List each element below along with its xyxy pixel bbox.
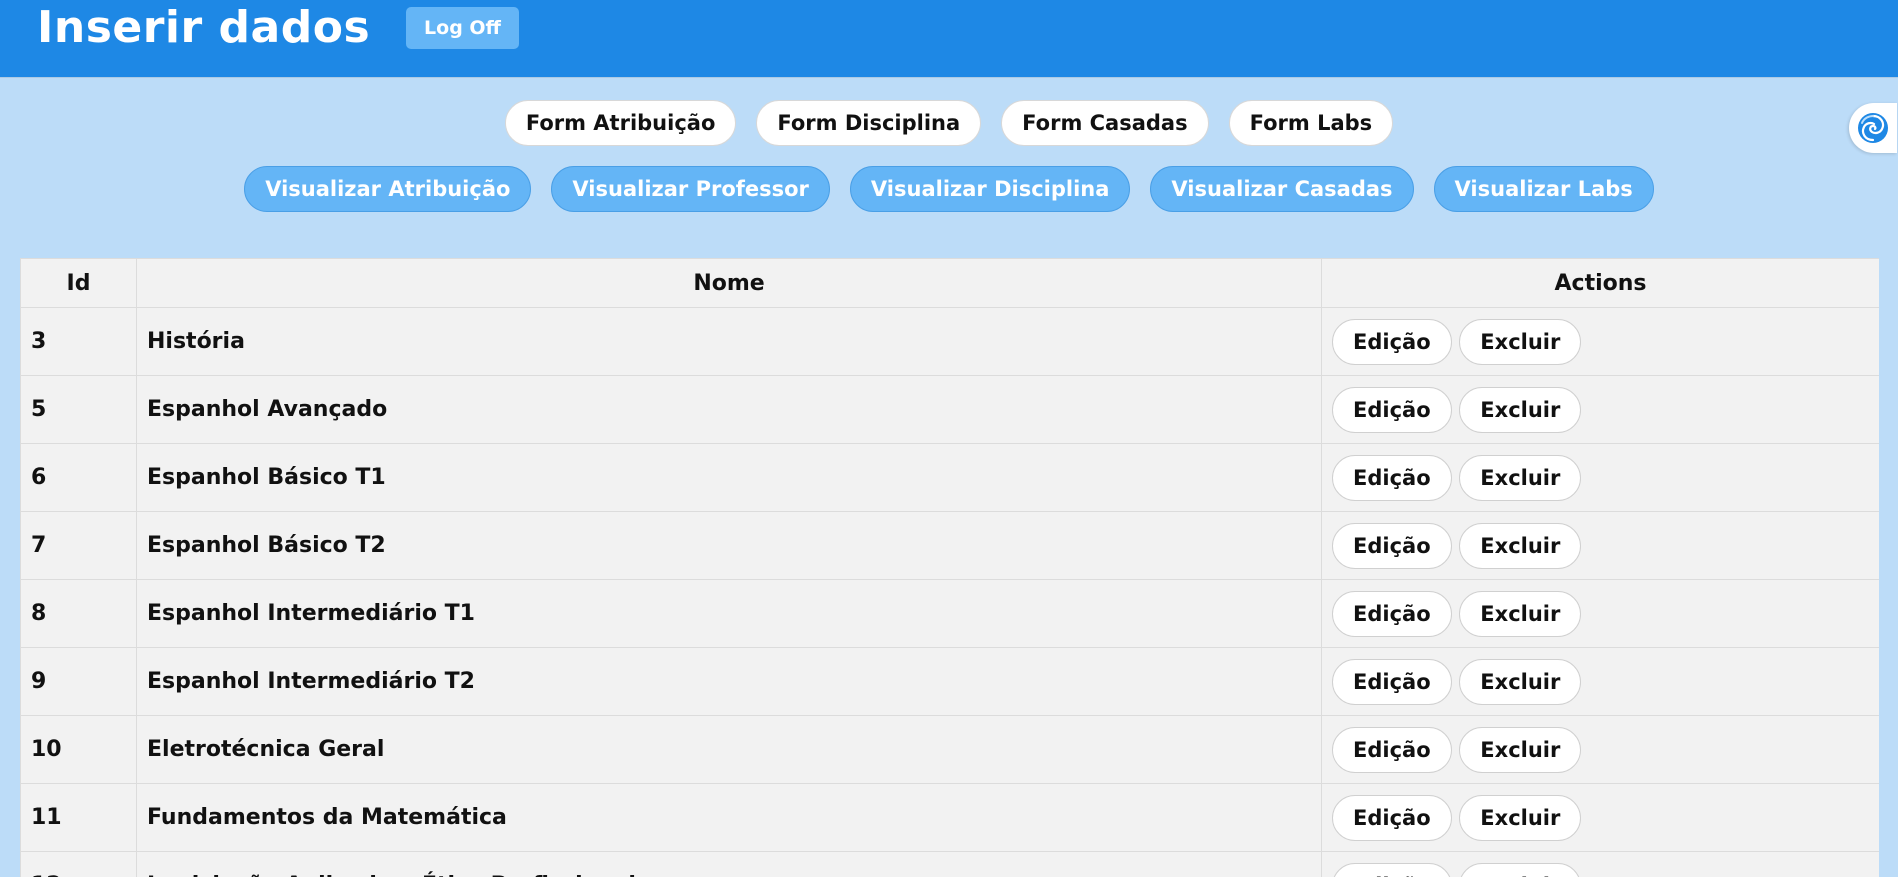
row-actions: Edição Excluir [1321, 783, 1879, 852]
row-id: 8 [20, 579, 137, 648]
table-row: 11 Fundamentos da Matemática Edição Exclui… [20, 783, 1879, 852]
row-actions: Edição Excluir [1321, 443, 1879, 512]
delete-button[interactable]: Excluir [1459, 590, 1582, 637]
form-nav: Form Atribuição Form Disciplina Form Cas… [0, 100, 1898, 146]
view-nav: Visualizar Atribuição Visualizar Profess… [0, 166, 1898, 212]
visualizar-professor-button[interactable]: Visualizar Professor [551, 166, 830, 212]
row-id: 5 [20, 375, 137, 444]
swirl-logo-icon [1858, 113, 1888, 143]
edit-button[interactable]: Edição [1332, 318, 1452, 365]
row-actions: Edição Excluir [1321, 307, 1879, 376]
delete-button[interactable]: Excluir [1459, 726, 1582, 773]
table-row: 9 Espanhol Intermediário T2 Edição Excluir [20, 647, 1879, 716]
row-nome: História [136, 307, 1322, 376]
row-nome: Espanhol Avançado [136, 375, 1322, 444]
table-row: 8 Espanhol Intermediário T1 Edição Excluir [20, 579, 1879, 648]
edit-button[interactable]: Edição [1332, 726, 1452, 773]
disciplinas-table-container: Id Nome Actions 3 História Edição Excluir 5… [20, 258, 1879, 877]
row-id: 7 [20, 511, 137, 580]
column-header-nome: Nome [136, 258, 1322, 308]
page-title: Inserir dados [37, 2, 371, 53]
row-actions: Edição Excluir [1321, 647, 1879, 716]
row-actions: Edição Excluir [1321, 715, 1879, 784]
row-id: 3 [20, 307, 137, 376]
form-atribuicao-button[interactable]: Form Atribuição [504, 100, 737, 146]
row-id: 6 [20, 443, 137, 512]
delete-button[interactable]: Excluir [1459, 862, 1582, 877]
column-header-actions: Actions [1321, 258, 1879, 308]
delete-button[interactable]: Excluir [1459, 318, 1582, 365]
edit-button[interactable]: Edição [1332, 386, 1452, 433]
table-header-row: Id Nome Actions [20, 258, 1879, 308]
row-id: 11 [20, 783, 137, 852]
delete-button[interactable]: Excluir [1459, 522, 1582, 569]
edit-button[interactable]: Edição [1332, 522, 1452, 569]
row-nome: Legislação Aplicada e Ética Profissional [136, 851, 1322, 877]
row-nome: Fundamentos da Matemática [136, 783, 1322, 852]
row-nome: Eletrotécnica Geral [136, 715, 1322, 784]
disciplinas-table: Id Nome Actions 3 História Edição Excluir 5… [20, 258, 1879, 877]
table-row: 3 História Edição Excluir [20, 307, 1879, 376]
app-header: Inserir dados Log Off [0, 0, 1898, 77]
delete-button[interactable]: Excluir [1459, 658, 1582, 705]
edit-button[interactable]: Edição [1332, 454, 1452, 501]
row-actions: Edição Excluir [1321, 511, 1879, 580]
visualizar-casadas-button[interactable]: Visualizar Casadas [1150, 166, 1414, 212]
table-row: 10 Eletrotécnica Geral Edição Excluir [20, 715, 1879, 784]
row-nome: Espanhol Intermediário T2 [136, 647, 1322, 716]
assistant-widget-button[interactable] [1849, 103, 1897, 153]
edit-button[interactable]: Edição [1332, 794, 1452, 841]
table-body: 3 História Edição Excluir 5 Espanhol Avançad… [20, 307, 1879, 877]
table-row: 12Legislação Aplicada e Ética Profission… [20, 851, 1879, 877]
table-row: 7 Espanhol Básico T2 Edição Excluir [20, 511, 1879, 580]
table-row: 5 Espanhol Avançado Edição Excluir [20, 375, 1879, 444]
form-disciplina-button[interactable]: Form Disciplina [756, 100, 982, 146]
delete-button[interactable]: Excluir [1459, 454, 1582, 501]
form-casadas-button[interactable]: Form Casadas [1001, 100, 1209, 146]
table-row: 6 Espanhol Básico T1 Edição Excluir [20, 443, 1879, 512]
edit-button[interactable]: Edição [1332, 862, 1452, 877]
row-nome: Espanhol Básico T1 [136, 443, 1322, 512]
row-nome: Espanhol Básico T2 [136, 511, 1322, 580]
logoff-button[interactable]: Log Off [406, 7, 519, 49]
delete-button[interactable]: Excluir [1459, 386, 1582, 433]
column-header-id: Id [20, 258, 137, 308]
visualizar-labs-button[interactable]: Visualizar Labs [1433, 166, 1654, 212]
row-actions: Edição Excluir [1321, 851, 1879, 877]
edit-button[interactable]: Edição [1332, 590, 1452, 637]
form-labs-button[interactable]: Form Labs [1228, 100, 1394, 146]
row-actions: Edição Excluir [1321, 375, 1879, 444]
row-actions: Edição Excluir [1321, 579, 1879, 648]
row-nome: Espanhol Intermediário T1 [136, 579, 1322, 648]
visualizar-atribuicao-button[interactable]: Visualizar Atribuição [244, 166, 532, 212]
visualizar-disciplina-button[interactable]: Visualizar Disciplina [849, 166, 1131, 212]
delete-button[interactable]: Excluir [1459, 794, 1582, 841]
row-id: 12 [20, 851, 137, 877]
row-id: 10 [20, 715, 137, 784]
edit-button[interactable]: Edição [1332, 658, 1452, 705]
row-id: 9 [20, 647, 137, 716]
